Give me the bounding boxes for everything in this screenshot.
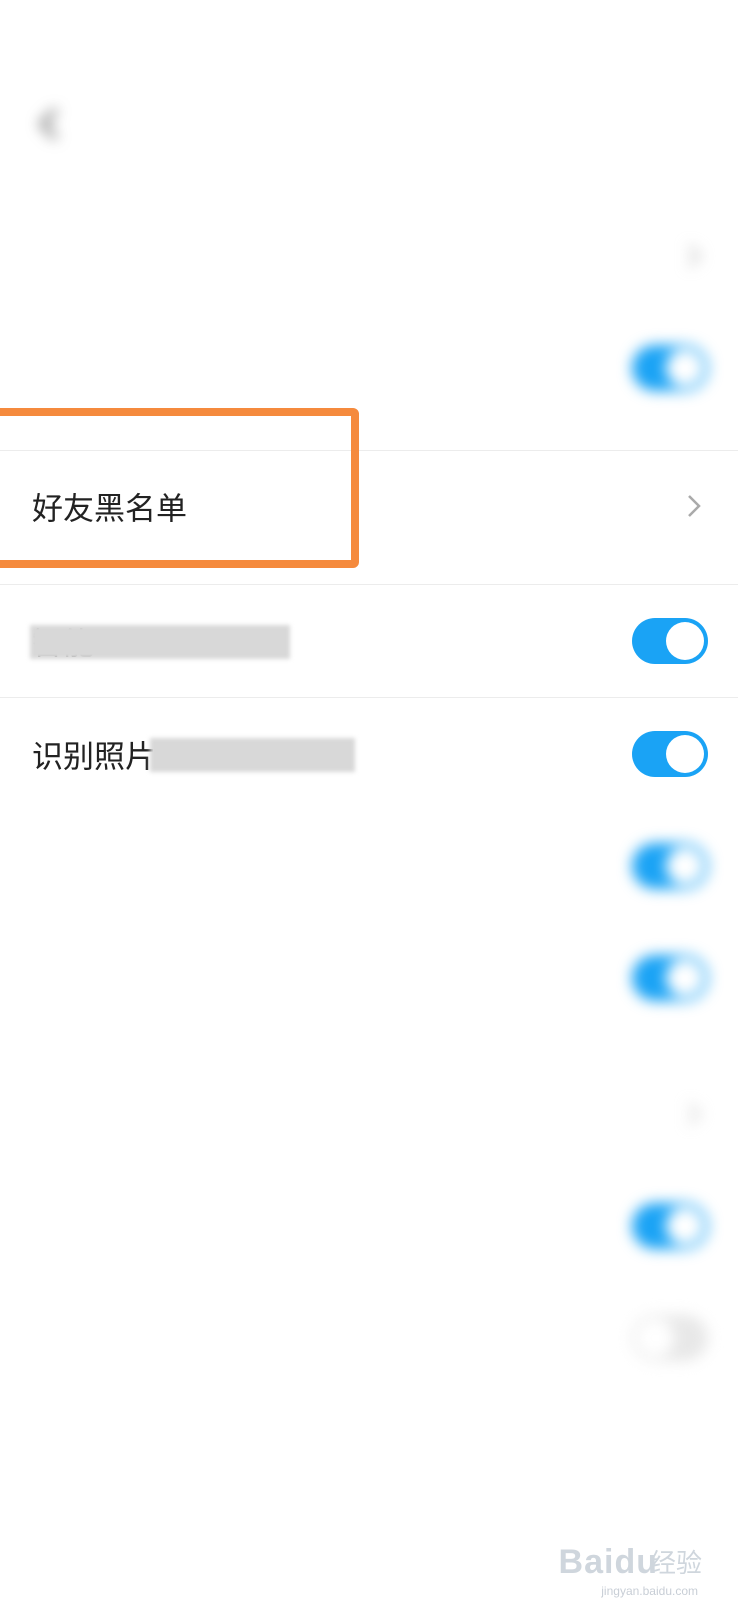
settings-row-4[interactable]: 识别照片 [0, 698, 738, 810]
chevron-right-icon [688, 495, 701, 517]
settings-row-3[interactable]: 智能 [0, 585, 738, 697]
settings-row-6[interactable] [0, 922, 738, 1034]
watermark-text: 经验 [649, 1549, 702, 1579]
toggle-switch[interactable] [632, 1315, 708, 1361]
watermark-logo: Baidu [558, 1543, 658, 1581]
settings-row-9[interactable] [0, 1282, 738, 1394]
mosaic-redaction [30, 625, 290, 659]
settings-row-8[interactable] [0, 1170, 738, 1282]
status-bar [0, 22, 738, 62]
settings-row-0[interactable] [0, 200, 738, 312]
toggle-switch[interactable] [632, 1203, 708, 1249]
settings-row-5[interactable] [0, 810, 738, 922]
mosaic-redaction [150, 738, 355, 772]
chevron-right-icon [687, 244, 702, 268]
toggle-switch[interactable] [632, 731, 708, 777]
toggle-switch[interactable] [632, 345, 708, 391]
back-arrow-icon[interactable] [30, 102, 70, 146]
settings-row-label: 识别照片 [32, 739, 156, 776]
toggle-switch[interactable] [632, 955, 708, 1001]
highlight-box [0, 408, 359, 568]
watermark-url: jingyan.baidu.com [601, 1584, 698, 1598]
toggle-switch[interactable] [632, 843, 708, 889]
settings-row-7[interactable] [0, 1058, 738, 1170]
chevron-right-icon [687, 1102, 702, 1126]
toggle-switch[interactable] [632, 618, 708, 664]
header [0, 92, 738, 156]
